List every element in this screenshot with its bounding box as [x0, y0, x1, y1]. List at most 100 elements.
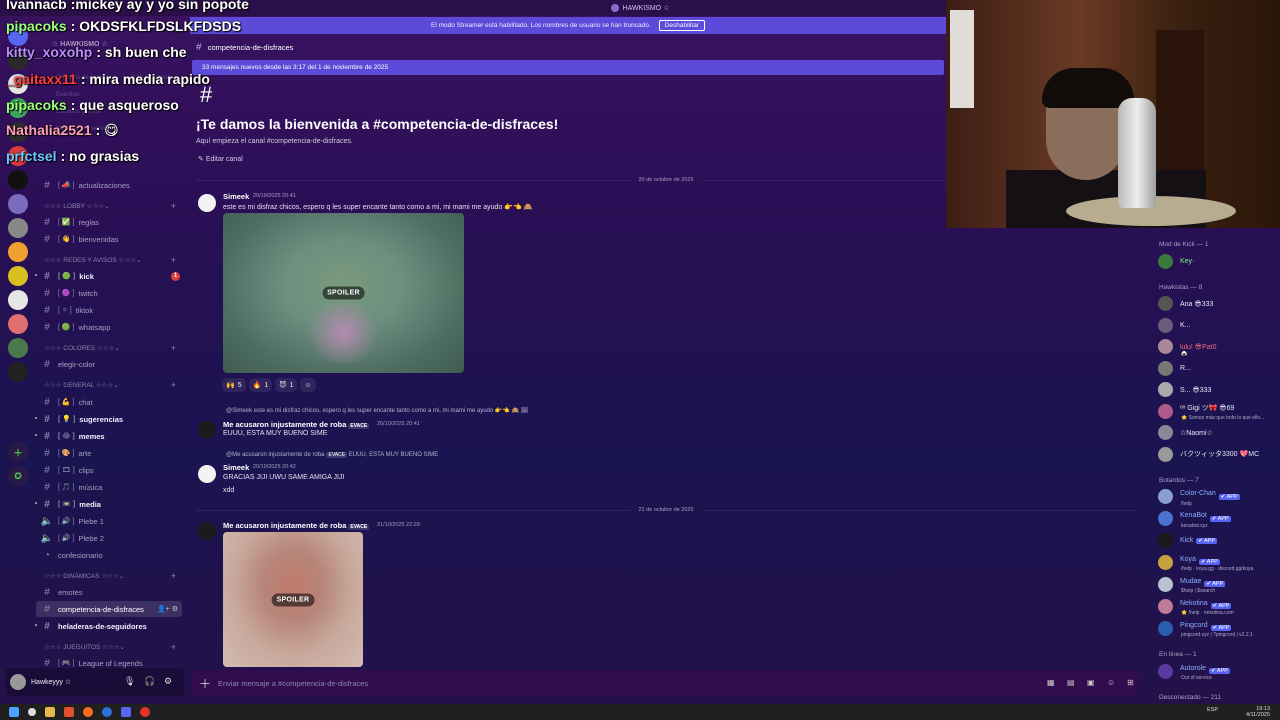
- server-icon[interactable]: [8, 362, 28, 382]
- channel-clips[interactable]: # [ 🎞 ] clips: [36, 462, 184, 478]
- channel-category[interactable]: ☆☆☆ COLORES ☆☆☆ ⌄ +: [44, 342, 182, 354]
- server-name[interactable]: ☆ HAWKISMO ☆: [36, 40, 184, 54]
- gift-icon[interactable]: ▦: [1047, 678, 1055, 687]
- chrome-icon[interactable]: [102, 707, 112, 717]
- member-item[interactable]: Nekotina ✔ APP ⭐ /help · nekotina.com: [1158, 598, 1280, 616]
- channel-reglas[interactable]: # [ ✅ ] reglas: [36, 214, 184, 230]
- message-author[interactable]: Me acusaron injustamente de roba EVACE: [223, 420, 370, 429]
- start-icon[interactable]: [9, 707, 19, 717]
- emoji-icon[interactable]: ☺: [1107, 678, 1115, 687]
- avatar[interactable]: [198, 421, 216, 439]
- add-channel-icon[interactable]: +: [171, 343, 176, 353]
- gear-icon[interactable]: ⚙: [164, 676, 172, 687]
- member-item[interactable]: Key·: [1158, 253, 1280, 269]
- sidebar-nav-item[interactable]: Mejoras del servidor: [36, 121, 184, 135]
- member-item[interactable]: ☆Naomi☆: [1158, 425, 1280, 441]
- add-channel-icon[interactable]: +: [171, 201, 176, 211]
- server-icon[interactable]: [8, 314, 28, 334]
- gif-icon[interactable]: ▤: [1067, 678, 1075, 687]
- member-item[interactable]: K...: [1158, 317, 1280, 333]
- channel-confesionario[interactable]: ◔ confesionario: [36, 547, 184, 563]
- channel-plebe-1[interactable]: 🔈 [ 🔊 ] Plebe 1: [36, 513, 184, 529]
- avatar[interactable]: [198, 522, 216, 540]
- channel-twitch[interactable]: # [ 🟣 ] twitch: [36, 285, 184, 301]
- member-item[interactable]: KenaBot ✔ APP kenabot.xyz: [1158, 511, 1280, 529]
- avatar[interactable]: [198, 465, 216, 483]
- server-icon[interactable]: [8, 26, 28, 46]
- mic-icon[interactable]: 🎙: [124, 676, 135, 687]
- system-tray[interactable]: ESP 19:13 4/11/2025: [1207, 706, 1270, 718]
- sticker-icon[interactable]: ▣: [1087, 678, 1095, 687]
- server-icon[interactable]: [8, 170, 28, 190]
- channel-category[interactable]: ☆☆☆ JUEGUITOS ☆☆☆ ⌄ +: [44, 641, 182, 653]
- server-icon[interactable]: [8, 146, 28, 166]
- server-icon[interactable]: [8, 338, 28, 358]
- member-item[interactable]: ᵒᵒ Gigi ツ🎀 😎69 ⭐ Somos más que todo lo qu…: [1158, 403, 1280, 421]
- spoiler-image[interactable]: SPOILER: [223, 213, 464, 373]
- reply-preview[interactable]: @Simeek este es mi disfraz chicos, esper…: [226, 407, 528, 414]
- apps-icon[interactable]: ⊞: [1127, 678, 1134, 687]
- search-icon[interactable]: [28, 708, 36, 716]
- folder-icon[interactable]: [45, 707, 55, 717]
- server-icon[interactable]: [8, 218, 28, 238]
- reply-preview[interactable]: @Me acusaron injustamente de roba EVACE E…: [226, 452, 438, 458]
- reaction[interactable]: 🙌 5: [222, 378, 246, 392]
- new-messages-bar[interactable]: 33 mensajes nuevos desde las 3:17 del 1 …: [192, 60, 944, 75]
- sidebar-nav-item[interactable]: Eventos: [36, 87, 184, 101]
- brave-icon[interactable]: [64, 707, 74, 717]
- add-channel-icon[interactable]: +: [171, 255, 176, 265]
- spoiler-image[interactable]: SPOILER: [223, 532, 363, 667]
- channel-category[interactable]: ☆☆☆ LOBBY ☆☆☆ ⌄ +: [44, 200, 182, 212]
- server-icon[interactable]: [8, 122, 28, 142]
- channel-heladeras-de-seguidores[interactable]: • # heladeras-de-seguidores: [35, 618, 184, 634]
- add-channel-icon[interactable]: +: [171, 642, 176, 652]
- add-server-icon[interactable]: ＋: [8, 442, 28, 462]
- member-item[interactable]: lulu! 😎Pat0 🍙: [1158, 339, 1280, 357]
- sidebar-nav-item[interactable]: Objetivo de mejoras 7/28 Mejoras: [36, 70, 184, 84]
- channel-competencia-de-disfraces[interactable]: # competencia-de-disfraces 👤+ ⚙: [36, 601, 182, 617]
- channel-sugerencias[interactable]: • # [ 💡 ] sugerencias: [35, 411, 184, 427]
- discover-icon[interactable]: ✪: [8, 466, 28, 486]
- member-item[interactable]: R...: [1158, 360, 1280, 376]
- reaction[interactable]: 😈 1: [275, 378, 298, 392]
- channel-música[interactable]: # [ 🎵 ] música: [36, 479, 184, 495]
- member-item[interactable]: バクツィッタ3300 💖MC: [1158, 446, 1280, 462]
- add-reaction-icon[interactable]: ☺: [300, 378, 316, 392]
- headphones-icon[interactable]: 🎧: [144, 676, 155, 687]
- message-input[interactable]: [218, 678, 918, 688]
- sidebar-nav-item[interactable]: Canales y roles: [36, 104, 184, 118]
- edit-channel-link[interactable]: ✎ Editar canal: [198, 155, 243, 163]
- channel-actualizaciones[interactable]: # [ 📣 ] actualizaciones: [36, 177, 184, 193]
- server-icon[interactable]: [8, 266, 28, 286]
- message-author[interactable]: Me acusaron injustamente de roba EVACE: [223, 521, 370, 530]
- add-channel-icon[interactable]: +: [171, 571, 176, 581]
- message-author[interactable]: Simeek: [223, 463, 249, 472]
- server-icon[interactable]: [8, 242, 28, 262]
- server-icon[interactable]: [8, 74, 28, 94]
- member-item[interactable]: Kick ✔ APP: [1158, 533, 1280, 549]
- server-icon[interactable]: [8, 290, 28, 310]
- message-author[interactable]: Simeek: [223, 192, 249, 201]
- channel-plebe-2[interactable]: 🔈 [ 🔊 ] Plebe 2: [36, 530, 184, 546]
- avatar[interactable]: [198, 194, 216, 212]
- channel-emotes[interactable]: # emotes: [36, 584, 184, 600]
- member-item[interactable]: S... 😎333: [1158, 382, 1280, 398]
- channel-whatsapp[interactable]: # [ 🟢 ] whatsapp: [36, 319, 184, 335]
- channel-arte[interactable]: # [ 🎨 ] arte: [36, 445, 184, 461]
- channel-tiktok[interactable]: # [ ⚪ ] tiktok: [36, 302, 184, 318]
- server-icon[interactable]: [8, 98, 28, 118]
- channel-category[interactable]: ☆☆☆ REDES Y AVISOS ☆☆☆ ⌄ +: [44, 254, 182, 266]
- server-icon[interactable]: [8, 50, 28, 70]
- channel-category[interactable]: ☆☆☆ DINÁMICAS ☆☆☆ ⌄ +: [44, 570, 182, 582]
- reaction[interactable]: 🔥 1: [248, 378, 273, 392]
- member-item[interactable]: Mudae ✔ APP $help | $search: [1158, 576, 1280, 594]
- member-item[interactable]: Color-Chan ✔ APP/help: [1158, 489, 1280, 507]
- member-item[interactable]: Ana 😎333: [1158, 296, 1280, 312]
- server-icon[interactable]: [8, 194, 28, 214]
- add-channel-icon[interactable]: +: [171, 380, 176, 390]
- channel-chat[interactable]: # [ 💪 ] chat: [36, 394, 184, 410]
- member-item[interactable]: Koya ✔ APP/help · koya.gg · discord.gg/ko…: [1158, 554, 1280, 572]
- channel-category[interactable]: ☆☆☆ GENERAL ☆☆☆ ⌄ +: [44, 379, 182, 391]
- channel-elegir-color[interactable]: # elegir-color: [36, 356, 184, 372]
- channel-settings-icon[interactable]: 👤+ ⚙: [157, 605, 178, 613]
